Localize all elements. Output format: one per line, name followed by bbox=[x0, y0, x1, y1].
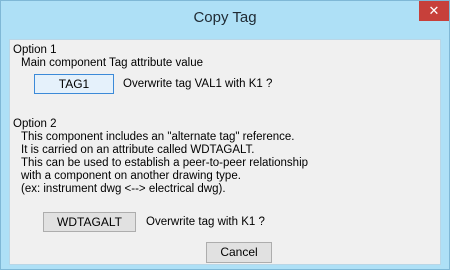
title-bar[interactable]: Copy Tag ✕ bbox=[1, 1, 449, 35]
option1-description: Main component Tag attribute value bbox=[21, 57, 203, 69]
option2-line: (ex: instrument dwg <--> electrical dwg)… bbox=[21, 183, 226, 195]
tag1-button[interactable]: TAG1 bbox=[34, 74, 114, 94]
copy-tag-dialog: Copy Tag ✕ Option 1 Main component Tag a… bbox=[0, 0, 450, 270]
option2-line: This can be used to establish a peer-to-… bbox=[21, 157, 309, 169]
option2-prompt: Overwrite tag with K1 ? bbox=[146, 216, 265, 228]
close-button[interactable]: ✕ bbox=[419, 1, 449, 21]
option2-line: This component includes an "alternate ta… bbox=[21, 131, 295, 143]
option2-heading: Option 2 bbox=[13, 118, 57, 130]
wdtagalt-button[interactable]: WDTAGALT bbox=[43, 212, 136, 232]
option2-line: It is carried on an attribute called WDT… bbox=[21, 144, 255, 156]
dialog-body: Option 1 Main component Tag attribute va… bbox=[9, 39, 441, 265]
option1-heading: Option 1 bbox=[13, 44, 57, 56]
dialog-title: Copy Tag bbox=[193, 9, 257, 26]
close-icon: ✕ bbox=[428, 3, 440, 18]
option2-line: with a component on another drawing type… bbox=[21, 170, 241, 182]
option1-prompt: Overwrite tag VAL1 with K1 ? bbox=[123, 78, 273, 90]
cancel-button[interactable]: Cancel bbox=[206, 242, 272, 263]
